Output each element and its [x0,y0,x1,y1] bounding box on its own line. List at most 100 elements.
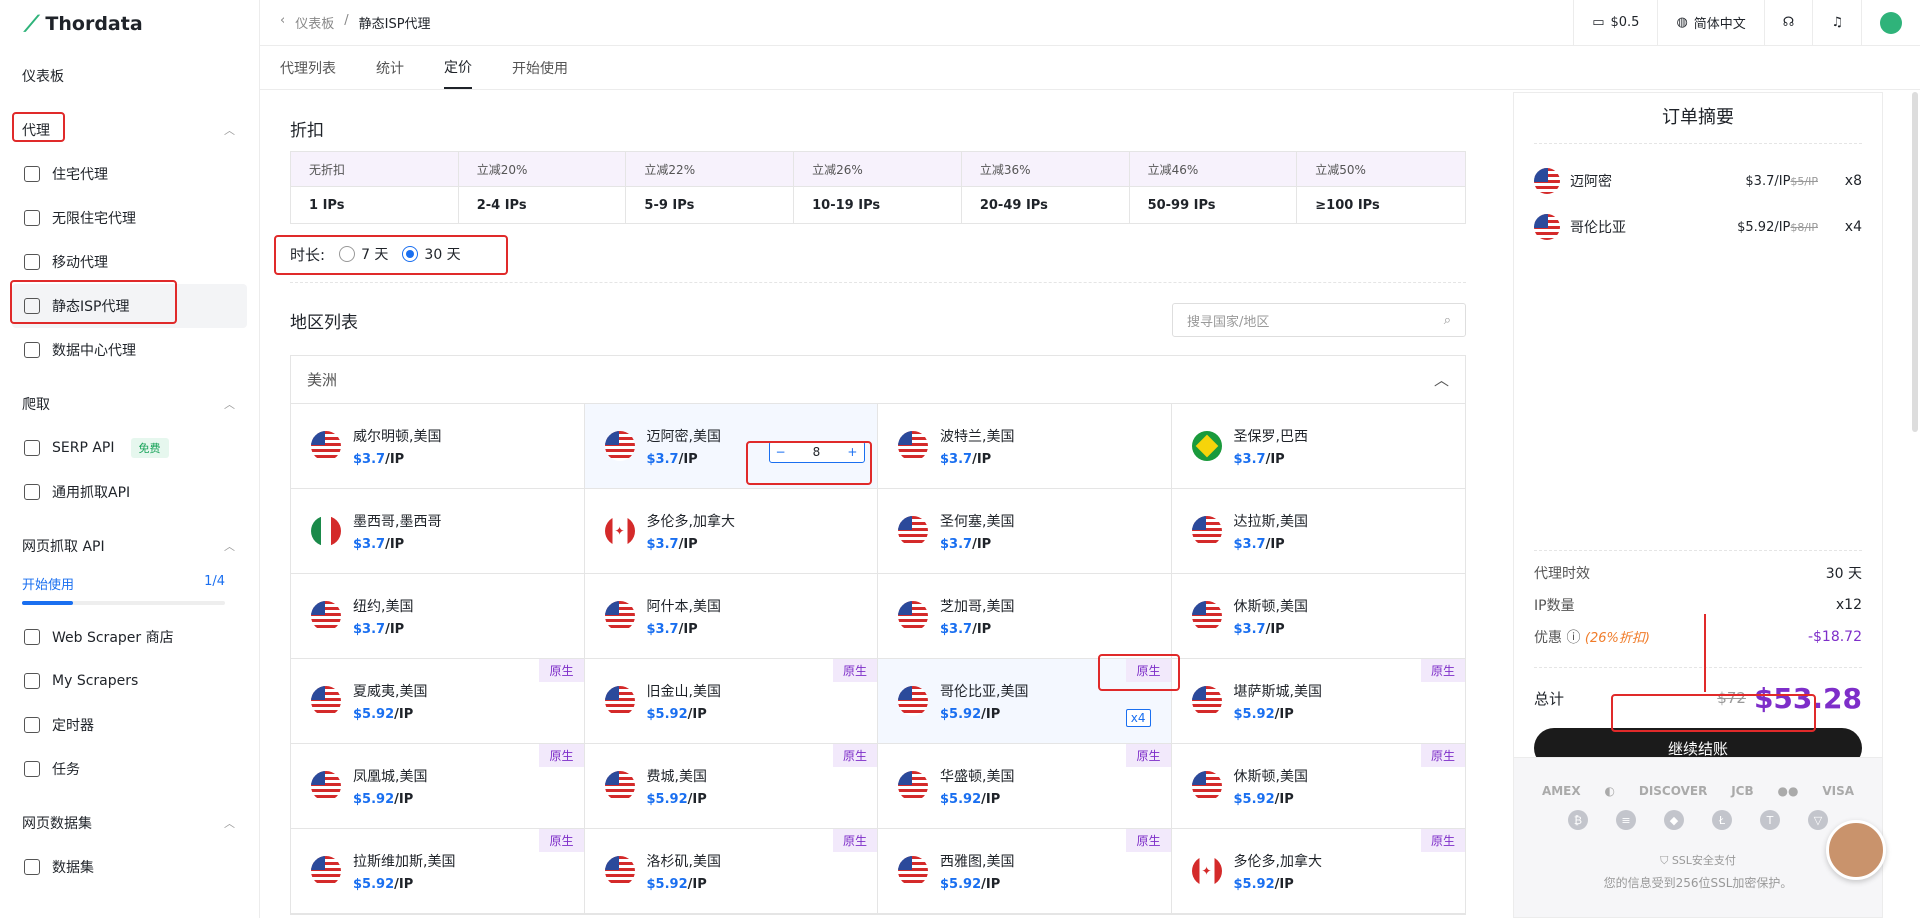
us-flag-icon [898,516,928,546]
duration-30-radio[interactable]: 30 天 [402,244,461,264]
visa-icon: VISA [1822,784,1855,798]
price-unit: /IP [981,791,1001,807]
search-placeholder: 搜寻国家/地区 [1187,314,1270,330]
sidebar-item-serp[interactable]: SERP API 免费 [12,426,247,470]
tab-proxy-list[interactable]: 代理列表 [280,46,336,89]
sidebar-item-universal[interactable]: 通用抓取API [12,470,247,514]
city-card[interactable]: 迈阿密,美国 $3.7/IP − 8 + [584,404,878,489]
wallet-button[interactable]: ▭ $0.5 [1573,0,1657,46]
us-flag-icon [1191,516,1222,546]
city-price: $5.92 [353,791,395,807]
city-card[interactable]: 阿什本,美国 $3.7/IP [584,574,878,659]
city-card[interactable]: ✦ 多伦多,加拿大 $5.92/IP 原生 [1171,829,1465,914]
native-badge: 原生 [1126,829,1171,852]
city-card[interactable]: 洛杉矶,美国 $5.92/IP 原生 [584,829,878,914]
city-price: $5.92 [940,791,982,807]
city-card[interactable]: 纽约,美国 $3.7/IP [291,574,585,659]
sidebar-item-datasets[interactable]: 数据集 [12,845,247,889]
city-card[interactable]: 堪萨斯城,美国 $5.92/IP 原生 [1171,659,1465,744]
order-item-name: 迈阿密 [1570,174,1612,190]
city-card[interactable]: 西雅图,美国 $5.92/IP 原生 [878,829,1172,914]
sidebar-item-mobile[interactable]: 移动代理 [12,240,247,284]
continent-name: 美洲 [307,371,338,389]
discount-header: 立减20% [458,152,627,186]
breadcrumb-dashboard[interactable]: 仪表板 [295,13,334,32]
tab-getting-started[interactable]: 开始使用 [512,46,568,89]
discount-header: 立减22% [626,152,795,186]
quantity-value[interactable]: 8 [813,445,821,459]
city-card[interactable]: 波特兰,美国 $3.7/IP [878,404,1172,489]
native-badge: 原生 [1126,659,1171,682]
city-name: 迈阿密,美国 [646,428,721,445]
continent-header[interactable]: 美洲 ︿ [291,356,1465,404]
chevron-up-icon: ︿ [224,540,235,553]
city-card[interactable]: 哥伦比亚,美国 $5.92/IP 原生 x4 [878,659,1172,744]
brand-name: Thordata [45,13,143,35]
city-card[interactable]: ✦ 多伦多,加拿大 $3.7/IP [584,489,878,574]
language-button[interactable]: ◍ 简体中文 [1657,0,1763,46]
total-row: 总计 $72 $53.28 [1514,668,1882,728]
section-proxy[interactable]: 代理 ︿ [12,108,247,152]
city-card[interactable]: 夏威夷,美国 $5.92/IP 原生 [291,659,585,744]
city-card[interactable]: 凤凰城,美国 $5.92/IP 原生 [291,744,585,829]
us-flag-icon [311,601,341,631]
shield-icon: ⛉ [1660,854,1669,867]
bitcoin-icon: ₿ [1568,810,1588,830]
quantity-stepper[interactable]: − 8 + [768,441,865,463]
support-button[interactable]: ☊ [1763,0,1813,46]
discount-table: 无折扣 立减20% 立减22% 立减26% 立减36% 立减46% 立减50% … [290,151,1466,224]
sidebar-item-scheduler[interactable]: 定时器 [12,703,247,747]
sidebar-item-datacenter[interactable]: 数据中心代理 [12,328,247,372]
us-flag-icon [898,601,928,631]
duration-30-label: 30 天 [424,247,461,263]
discount-value: 50-99 IPs [1129,186,1298,223]
city-card[interactable]: 圣何塞,美国 $3.7/IP [878,489,1172,574]
duration-7-radio[interactable]: 7 天 [339,244,388,264]
city-price: $5.92 [1233,706,1275,722]
city-card[interactable]: 费城,美国 $5.92/IP 原生 [584,744,878,829]
sidebar-item-tasks[interactable]: 任务 [12,747,247,791]
section-web-scraper-api[interactable]: 网页抓取 API ︿ [12,524,247,568]
tab-pricing[interactable]: 定价 [444,46,472,89]
city-price: $3.7 [1233,536,1266,552]
notification-button[interactable]: ♫ [1812,0,1861,46]
brazil-flag-icon [1191,431,1222,461]
back-icon[interactable]: ‹ [280,13,285,32]
us-flag-icon [604,686,635,716]
sidebar-item-my-scrapers[interactable]: My Scrapers [12,659,247,703]
city-card[interactable]: 休斯顿,美国 $3.7/IP [1171,574,1465,659]
plus-icon[interactable]: + [847,445,857,459]
sidebar-item-static-isp[interactable]: 静态ISP代理 [12,284,247,328]
sidebar-item-residential[interactable]: 住宅代理 [12,152,247,196]
city-card[interactable]: 芝加哥,美国 $3.7/IP [878,574,1172,659]
list-icon [24,761,40,777]
scrollbar[interactable] [1912,92,1918,432]
info-icon[interactable]: ⓘ [1566,630,1580,646]
city-card[interactable]: 旧金山,美国 $5.92/IP 原生 [584,659,878,744]
city-card[interactable]: 圣保罗,巴西 $3.7/IP [1171,404,1465,489]
minus-icon[interactable]: − [776,445,786,459]
city-card[interactable]: 休斯顿,美国 $5.92/IP 原生 [1171,744,1465,829]
getting-started-progress[interactable]: 开始使用 1/4 [12,574,247,605]
city-name: 达拉斯,美国 [1233,513,1308,530]
brand-logo[interactable]: ⟋ Thordata [0,0,259,48]
sidebar-item-unlimited[interactable]: 无限住宅代理 [12,196,247,240]
breadcrumb-current: 静态ISP代理 [358,17,431,32]
tab-stats[interactable]: 统计 [376,46,404,89]
city-card[interactable]: 达拉斯,美国 $3.7/IP [1171,489,1465,574]
discount-row-label: 优惠 [1534,630,1562,646]
duration-row: 代理时效 30 天 [1514,557,1882,589]
support-chat-avatar[interactable] [1826,820,1886,880]
user-button[interactable] [1861,0,1920,46]
city-card[interactable]: 墨西哥,墨西哥 $3.7/IP [291,489,585,574]
region-search-input[interactable]: 搜寻国家/地区 ⌕ [1172,303,1466,337]
section-datasets[interactable]: 网页数据集 ︿ [12,801,247,845]
city-card[interactable]: 拉斯维加斯,美国 $5.92/IP 原生 [291,829,585,914]
sidebar-item-dashboard[interactable]: 仪表板 [12,54,247,98]
city-card[interactable]: 威尔明顿,美国 $3.7/IP [291,404,585,489]
us-flag-icon [311,771,341,801]
city-card[interactable]: 华盛顿,美国 $5.92/IP 原生 [878,744,1172,829]
city-price: $3.7 [646,621,679,637]
section-scraping[interactable]: 爬取 ︿ [12,382,247,426]
sidebar-item-store[interactable]: Web Scraper 商店 [12,615,247,659]
